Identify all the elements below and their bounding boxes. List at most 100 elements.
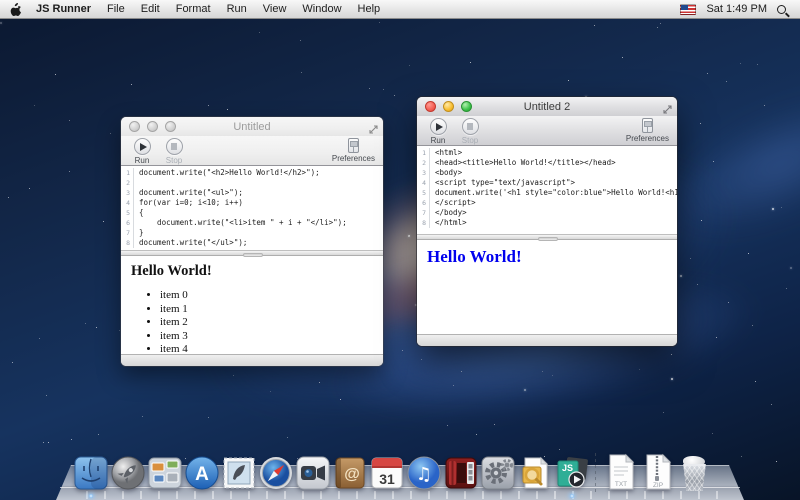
code-line[interactable]: 2 <head><title>Hello World!</title></hea… <box>417 158 677 168</box>
dock-photo-booth-icon[interactable] <box>442 451 479 491</box>
minimize-button[interactable] <box>443 101 454 112</box>
code-line[interactable]: 3 document.write("<ul>"); <box>121 188 383 198</box>
dock-separator <box>590 451 602 491</box>
menu-item[interactable]: Help <box>358 3 381 15</box>
window-untitled: Untitled Run Stop Preferences 1 document… <box>121 117 383 366</box>
code-line[interactable]: 6 document.write("<li>item " + i + "</li… <box>121 218 383 228</box>
dock-mission-control-icon[interactable] <box>146 451 183 491</box>
dock-finder-icon[interactable] <box>72 451 109 491</box>
code-line[interactable]: 5 document.write('<h1 style="color:blue"… <box>417 188 677 198</box>
line-number: 2 <box>121 178 134 188</box>
run-button[interactable]: Run <box>129 138 155 165</box>
window-untitled-2: Untitled 2 Run Stop Preferences 1 <html>… <box>417 97 677 346</box>
svg-text:JS: JS <box>562 463 573 473</box>
close-button[interactable] <box>129 121 140 132</box>
run-button[interactable]: Run <box>425 118 451 145</box>
code-line[interactable]: 4 for(var i=0; i<10; i++) <box>121 198 383 208</box>
titlebar[interactable]: Untitled 2 <box>417 97 677 116</box>
zoom-button[interactable] <box>461 101 472 112</box>
running-indicator <box>89 494 93 498</box>
dock-trash-icon[interactable] <box>676 451 713 491</box>
app-menu-title[interactable]: JS Runner <box>36 3 91 15</box>
output-list-item: item 2 <box>160 316 373 330</box>
spotlight-search-icon[interactable] <box>777 5 786 14</box>
menu-bar: JS Runner File Edit Format Run View Window Hel… <box>0 0 800 19</box>
output-list-item: item 0 <box>160 289 373 303</box>
menu-item[interactable]: Edit <box>141 3 160 15</box>
svg-text:♫: ♫ <box>415 464 431 485</box>
code-editor[interactable]: 1 document.write("<h2>Hello World!</h2>"… <box>121 166 383 250</box>
window-status-bar <box>417 334 677 346</box>
code-text: <head><title>Hello World!</title></head> <box>430 158 616 168</box>
dock-launchpad-icon[interactable] <box>109 451 146 491</box>
code-text: </html> <box>430 218 467 228</box>
input-language-flag-icon[interactable] <box>680 4 696 15</box>
menu-item[interactable]: View <box>263 3 287 15</box>
output-pane: Hello World! <box>417 240 677 334</box>
code-text: for(var i=0; i<10; i++) <box>134 198 243 208</box>
code-text: <script type="text/javascript"> <box>430 178 575 188</box>
output-heading: Hello World! <box>131 263 373 280</box>
split-handle[interactable] <box>417 234 677 240</box>
code-line[interactable]: 1 document.write("<h2>Hello World!</h2>"… <box>121 168 383 178</box>
menu-item[interactable]: Window <box>302 3 341 15</box>
dock-safari-icon[interactable] <box>257 451 294 491</box>
preferences-button[interactable]: Preferences <box>626 118 669 143</box>
code-editor[interactable]: 1 <html> 2 <head><title>Hello World!</ti… <box>417 146 677 234</box>
dock-mail-icon[interactable] <box>220 451 257 491</box>
menubar-clock[interactable]: Sat 1:49 PM <box>706 3 767 15</box>
dock-ical-icon[interactable]: 31 <box>368 451 405 491</box>
stop-icon <box>171 143 178 150</box>
line-number: 7 <box>121 228 134 238</box>
minimize-button[interactable] <box>147 121 158 132</box>
dock-app-store-icon[interactable]: A <box>183 451 220 491</box>
code-line[interactable]: 2 <box>121 178 383 188</box>
output-list-item: item 4 <box>160 343 373 354</box>
line-number: 4 <box>121 198 134 208</box>
code-line[interactable]: 6 </script> <box>417 198 677 208</box>
titlebar[interactable]: Untitled <box>121 117 383 136</box>
dock-txt-document-icon[interactable]: TXT <box>602 451 639 491</box>
code-text: </script> <box>430 198 476 208</box>
dock-js-runner-icon[interactable]: JS <box>553 451 590 491</box>
line-number: 7 <box>417 208 430 218</box>
code-text: <html> <box>430 148 462 158</box>
dock-itunes-icon[interactable]: ♫ <box>405 451 442 491</box>
dock-zip-document-icon[interactable]: ZIP <box>639 451 676 491</box>
line-number: 5 <box>417 188 430 198</box>
window-title: Untitled 2 <box>524 101 570 113</box>
svg-text:ZIP: ZIP <box>652 482 662 489</box>
stop-button[interactable]: Stop <box>457 118 483 145</box>
stop-button[interactable]: Stop <box>161 138 187 165</box>
menu-list: File Edit Format Run View Window Help <box>107 3 380 15</box>
output-heading: Hello World! <box>427 247 667 267</box>
zoom-button[interactable] <box>165 121 176 132</box>
dock-system-preferences-icon[interactable] <box>479 451 516 491</box>
menu-item[interactable]: Run <box>227 3 247 15</box>
output-pane: Hello World! item 0item 1item 2item 3ite… <box>121 256 383 354</box>
svg-text:31: 31 <box>379 471 395 487</box>
apple-menu-icon[interactable] <box>10 2 22 16</box>
code-line[interactable]: 1 <html> <box>417 148 677 158</box>
output-list-item: item 3 <box>160 330 373 344</box>
close-button[interactable] <box>425 101 436 112</box>
code-line[interactable]: 7 } <box>121 228 383 238</box>
code-line[interactable]: 7 </body> <box>417 208 677 218</box>
code-line[interactable]: 3 <body> <box>417 168 677 178</box>
dock-address-book-icon[interactable]: @ <box>331 451 368 491</box>
code-line[interactable]: 4 <script type="text/javascript"> <box>417 178 677 188</box>
menu-item[interactable]: Format <box>176 3 211 15</box>
menu-item[interactable]: File <box>107 3 125 15</box>
code-text: document.write("<h2>Hello World!</h2>"); <box>134 168 320 178</box>
dock-facetime-icon[interactable] <box>294 451 331 491</box>
code-text: document.write("</ul>"); <box>134 238 247 248</box>
trash-basket <box>681 464 708 491</box>
split-handle[interactable] <box>121 250 383 256</box>
code-line[interactable]: 8 document.write("</ul>"); <box>121 238 383 248</box>
line-number: 3 <box>417 168 430 178</box>
preferences-button[interactable]: Preferences <box>332 138 375 163</box>
code-line[interactable]: 8 </html> <box>417 218 677 228</box>
line-number: 8 <box>121 238 134 248</box>
dock-preview-icon[interactable] <box>516 451 553 491</box>
code-line[interactable]: 5 { <box>121 208 383 218</box>
